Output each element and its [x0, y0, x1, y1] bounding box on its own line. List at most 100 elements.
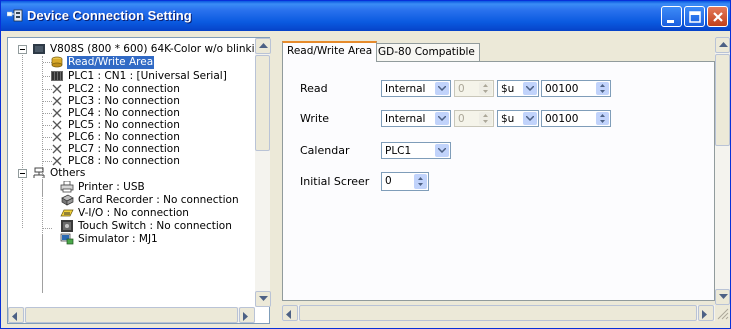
spinner-arrows-icon	[596, 112, 609, 125]
device-tree-panel: V808S (800 * 600) 64K-Color w/o blinking…	[7, 37, 271, 324]
tree-item-label: Read/Write Area	[67, 56, 155, 69]
write-address-value: 00100	[545, 113, 579, 125]
read-address-value: 00100	[545, 83, 579, 95]
tree-item-plc1[interactable]: PLC1 : CN1 : [Universal Serial]	[50, 70, 228, 83]
monitor-icon	[32, 43, 46, 55]
tree-item-card-recorder[interactable]: Card Recorder : No connection	[60, 194, 240, 207]
calendar-select[interactable]: PLC1	[381, 142, 451, 159]
read-number-stepper[interactable]: 0	[454, 80, 494, 97]
tree-item-touch-switch[interactable]: Touch Switch : No connection	[60, 220, 233, 233]
chevron-down-icon	[435, 144, 449, 157]
scroll-thumb[interactable]	[255, 55, 270, 151]
size-grip-icon[interactable]	[715, 305, 730, 321]
spinner-arrows-icon	[479, 112, 492, 125]
plc-device-icon	[50, 70, 64, 82]
minimize-button[interactable]	[661, 6, 682, 27]
chevron-down-icon	[435, 82, 449, 95]
settings-vertical-scrollbar[interactable]	[715, 37, 730, 305]
scroll-thumb[interactable]	[25, 307, 238, 323]
write-number-stepper[interactable]: 0	[454, 110, 494, 127]
tree-line	[43, 228, 52, 229]
network-icon	[32, 167, 46, 179]
spinner-arrows-icon	[479, 82, 492, 95]
no-connection-icon	[50, 95, 64, 107]
calendar-value: PLC1	[385, 145, 412, 157]
tree-root-label: V808S (800 * 600) 64K-Color w/o blinking	[50, 43, 255, 55]
tree-horizontal-scrollbar[interactable]	[8, 307, 255, 323]
tree-item-label: Printer : USB	[78, 181, 145, 193]
calendar-label: Calendar	[300, 144, 350, 157]
device-tree: V808S (800 * 600) 64K-Color w/o blinking…	[8, 38, 255, 293]
write-memory-select[interactable]: Internal	[381, 110, 451, 127]
read-memory-select[interactable]: Internal	[381, 80, 451, 97]
tree-item-label: Touch Switch : No connection	[78, 220, 232, 232]
spinner-arrows-icon	[596, 82, 609, 95]
tab-gd80-compatible[interactable]: GD-80 Compatible	[373, 43, 480, 61]
window-title: Device Connection Setting	[27, 8, 192, 23]
close-button[interactable]	[707, 6, 728, 27]
tree-item-vio[interactable]: V-I/O : No connection	[60, 207, 190, 220]
initial-screen-stepper[interactable]: 0	[381, 172, 429, 191]
no-connection-icon	[50, 83, 64, 95]
scroll-left-button[interactable]	[282, 305, 298, 321]
chevron-down-icon	[523, 112, 537, 125]
tree-vertical-scrollbar[interactable]	[255, 38, 271, 307]
scroll-thumb[interactable]	[299, 305, 697, 321]
no-connection-icon	[50, 143, 64, 155]
settings-horizontal-scrollbar[interactable]	[282, 305, 715, 321]
simulator-icon	[60, 233, 74, 245]
collapse-root-toggle[interactable]	[18, 45, 27, 54]
scroll-up-button[interactable]	[255, 38, 271, 54]
panel-splitter[interactable]	[271, 37, 277, 324]
scroll-down-button[interactable]	[255, 291, 271, 307]
scroll-left-button[interactable]	[8, 307, 24, 323]
card-recorder-icon	[60, 194, 74, 206]
tree-line	[22, 52, 23, 228]
vio-icon	[60, 207, 74, 219]
read-label: Read	[300, 82, 328, 95]
tree-item-label: Card Recorder : No connection	[78, 194, 239, 206]
spinner-arrows-icon	[414, 174, 427, 189]
read-type-value: $u	[501, 83, 515, 95]
tree-item-others[interactable]: Others	[32, 167, 86, 180]
title-bar[interactable]: Device Connection Setting	[1, 1, 730, 31]
tree-item-label: Others	[50, 167, 86, 179]
read-type-select[interactable]: $u	[497, 80, 539, 97]
write-type-value: $u	[501, 113, 515, 125]
tree-item-label: PLC1 : CN1 : [Universal Serial]	[68, 70, 227, 82]
scroll-thumb[interactable]	[715, 54, 730, 146]
scroll-right-button[interactable]	[239, 307, 255, 323]
write-label: Write	[300, 112, 330, 125]
chevron-down-icon	[523, 82, 537, 95]
settings-panel: Read/Write Area GD-80 Compatible Read In…	[278, 37, 730, 324]
scroll-up-button[interactable]	[715, 37, 730, 53]
device-connection-window: Device Connection Setting V808S (800 * 6…	[0, 0, 731, 329]
tree-item-label: V-I/O : No connection	[78, 207, 189, 219]
tree-item-printer[interactable]: Printer : USB	[60, 180, 146, 194]
tree-item-simulator[interactable]: Simulator : MJ1	[60, 233, 159, 246]
no-connection-icon	[50, 107, 64, 119]
tree-item-label: Simulator : MJ1	[78, 233, 158, 245]
write-memory-value: Internal	[385, 113, 426, 125]
tab-read-write-area[interactable]: Read/Write Area	[282, 41, 378, 62]
write-address-stepper[interactable]: 00100	[541, 110, 611, 127]
initial-screen-value: 0	[385, 175, 392, 187]
scroll-right-button[interactable]	[698, 305, 714, 321]
read-number-value: 0	[458, 83, 465, 95]
no-connection-icon	[50, 119, 64, 131]
read-memory-value: Internal	[385, 83, 426, 95]
database-icon	[50, 56, 64, 68]
read-address-stepper[interactable]: 00100	[541, 80, 611, 97]
read-write-area-pane: Read Internal 0 $u 00100 Write Internal	[282, 61, 715, 301]
collapse-others-toggle[interactable]	[18, 169, 27, 178]
device-connection-icon	[6, 9, 23, 23]
touch-switch-icon	[60, 220, 74, 232]
maximize-button[interactable]	[684, 6, 705, 27]
write-type-select[interactable]: $u	[497, 110, 539, 127]
tree-root[interactable]: V808S (800 * 600) 64K-Color w/o blinking	[32, 43, 255, 56]
no-connection-icon	[50, 131, 64, 143]
chevron-down-icon	[435, 112, 449, 125]
write-number-value: 0	[458, 113, 465, 125]
tree-item-read-write-area[interactable]: Read/Write Area	[50, 56, 155, 69]
scroll-down-button[interactable]	[715, 289, 730, 305]
